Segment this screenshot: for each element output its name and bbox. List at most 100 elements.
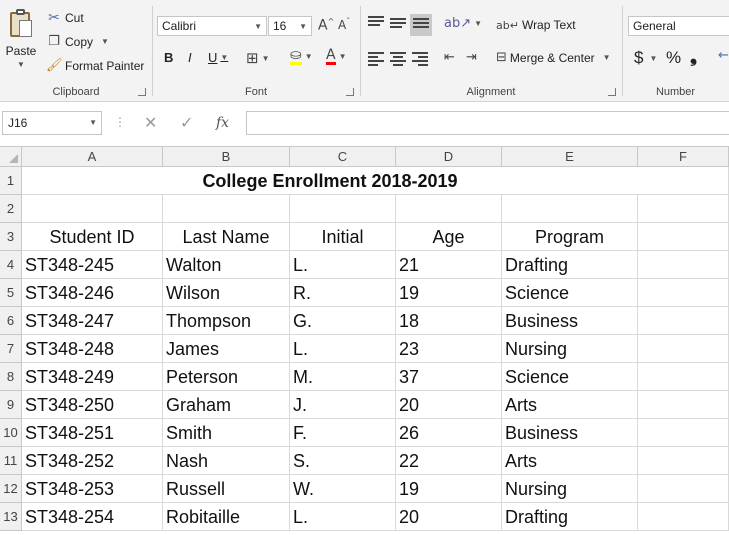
- cell-initial[interactable]: W.: [290, 475, 396, 503]
- merge-center-button[interactable]: ⊟ Merge & Center ▼: [496, 50, 611, 65]
- underline-dropdown-icon[interactable]: ▼: [220, 53, 228, 62]
- formula-bar-grip-icon[interactable]: ⋮: [114, 115, 126, 129]
- cell-program[interactable]: Business: [502, 419, 638, 447]
- underline-button[interactable]: U ▼: [208, 50, 228, 65]
- row-header-9[interactable]: 9: [0, 391, 22, 419]
- cell-e2[interactable]: [502, 195, 638, 223]
- currency-dropdown-icon[interactable]: ▼: [649, 54, 657, 63]
- font-dialog-launcher-icon[interactable]: [346, 88, 354, 96]
- formula-input[interactable]: [246, 111, 729, 135]
- row-header-7[interactable]: 7: [0, 335, 22, 363]
- wrap-text-button[interactable]: ab↵ Wrap Text: [496, 18, 576, 32]
- cell-age[interactable]: 22: [396, 447, 502, 475]
- increase-decimal-button[interactable]: ←: [718, 48, 729, 63]
- header-cell-program[interactable]: Program: [502, 223, 638, 251]
- cell-age[interactable]: 18: [396, 307, 502, 335]
- format-painter-button[interactable]: 🖌 Format Painter: [46, 58, 144, 73]
- font-color-dropdown-icon[interactable]: ▼: [339, 52, 347, 61]
- cell-program[interactable]: Business: [502, 307, 638, 335]
- number-format-dropdown[interactable]: General: [628, 16, 729, 36]
- cell-age[interactable]: 20: [396, 391, 502, 419]
- cell-f1[interactable]: [638, 167, 729, 195]
- cell-student-id[interactable]: ST348-249: [22, 363, 163, 391]
- cell-d2[interactable]: [396, 195, 502, 223]
- cell-last-name[interactable]: James: [163, 335, 290, 363]
- cell-f[interactable]: [638, 251, 729, 279]
- cell-age[interactable]: 37: [396, 363, 502, 391]
- fill-color-button[interactable]: ⛀ ▼: [290, 48, 313, 65]
- comma-style-button[interactable]: ❟: [690, 46, 697, 67]
- cell-last-name[interactable]: Graham: [163, 391, 290, 419]
- cell-a2[interactable]: [22, 195, 163, 223]
- cell-program[interactable]: Drafting: [502, 251, 638, 279]
- italic-button[interactable]: I: [188, 50, 192, 65]
- row-header-8[interactable]: 8: [0, 363, 22, 391]
- cell-initial[interactable]: L.: [290, 251, 396, 279]
- cell-f[interactable]: [638, 503, 729, 531]
- top-align-button[interactable]: [368, 16, 386, 32]
- clipboard-dialog-launcher-icon[interactable]: [138, 88, 146, 96]
- column-header-d[interactable]: D: [396, 147, 502, 167]
- copy-dropdown-icon[interactable]: ▼: [101, 37, 109, 46]
- cell-program[interactable]: Arts: [502, 447, 638, 475]
- cell-last-name[interactable]: Wilson: [163, 279, 290, 307]
- cell-f2[interactable]: [638, 195, 729, 223]
- fill-color-dropdown-icon[interactable]: ▼: [305, 52, 313, 61]
- cell-program[interactable]: Nursing: [502, 335, 638, 363]
- cell-student-id[interactable]: ST348-246: [22, 279, 163, 307]
- cell-student-id[interactable]: ST348-250: [22, 391, 163, 419]
- cell-student-id[interactable]: ST348-248: [22, 335, 163, 363]
- cell-initial[interactable]: J.: [290, 391, 396, 419]
- font-size-dropdown[interactable]: 16 ▼: [268, 16, 312, 36]
- orientation-dropdown-icon[interactable]: ▼: [474, 19, 482, 28]
- cell-initial[interactable]: M.: [290, 363, 396, 391]
- cell-age[interactable]: 26: [396, 419, 502, 447]
- cancel-icon[interactable]: ✕: [144, 113, 157, 132]
- cell-student-id[interactable]: ST348-252: [22, 447, 163, 475]
- cell-age[interactable]: 19: [396, 475, 502, 503]
- column-header-c[interactable]: C: [290, 147, 396, 167]
- row-header-3[interactable]: 3: [0, 223, 22, 251]
- cell-f[interactable]: [638, 335, 729, 363]
- cell-initial[interactable]: S.: [290, 447, 396, 475]
- cell-program[interactable]: Nursing: [502, 475, 638, 503]
- cell-c2[interactable]: [290, 195, 396, 223]
- align-right-button[interactable]: [412, 52, 430, 68]
- decrease-font-size-button[interactable]: Aˇ: [338, 17, 350, 32]
- middle-align-button[interactable]: [390, 18, 408, 34]
- cell-last-name[interactable]: Smith: [163, 419, 290, 447]
- increase-font-size-button[interactable]: A^: [318, 17, 334, 34]
- font-color-button[interactable]: A ▼: [326, 48, 347, 65]
- cell-age[interactable]: 20: [396, 503, 502, 531]
- row-header-6[interactable]: 6: [0, 307, 22, 335]
- row-header-13[interactable]: 13: [0, 503, 22, 531]
- column-header-b[interactable]: B: [163, 147, 290, 167]
- row-header-10[interactable]: 10: [0, 419, 22, 447]
- row-header-12[interactable]: 12: [0, 475, 22, 503]
- align-left-button[interactable]: [368, 52, 386, 68]
- cell-last-name[interactable]: Robitaille: [163, 503, 290, 531]
- cell-f[interactable]: [638, 307, 729, 335]
- paste-dropdown-icon[interactable]: ▼: [17, 60, 25, 69]
- header-cell-age[interactable]: Age: [396, 223, 502, 251]
- cell-f[interactable]: [638, 419, 729, 447]
- orientation-button[interactable]: ab↗ ▼: [444, 16, 482, 31]
- cell-f[interactable]: [638, 391, 729, 419]
- insert-function-icon[interactable]: fx: [216, 115, 229, 131]
- header-cell-last-name[interactable]: Last Name: [163, 223, 290, 251]
- title-cell-a1[interactable]: College Enrollment 2018-2019: [22, 167, 638, 195]
- bold-button[interactable]: B: [164, 50, 173, 65]
- cell-f[interactable]: [638, 363, 729, 391]
- column-header-e[interactable]: E: [502, 147, 638, 167]
- cell-program[interactable]: Science: [502, 363, 638, 391]
- cell-program[interactable]: Drafting: [502, 503, 638, 531]
- cell-initial[interactable]: G.: [290, 307, 396, 335]
- cell-student-id[interactable]: ST348-245: [22, 251, 163, 279]
- cell-last-name[interactable]: Russell: [163, 475, 290, 503]
- cell-f3[interactable]: [638, 223, 729, 251]
- cell-student-id[interactable]: ST348-254: [22, 503, 163, 531]
- merge-center-dropdown-icon[interactable]: ▼: [603, 53, 611, 62]
- cell-age[interactable]: 23: [396, 335, 502, 363]
- font-name-dropdown[interactable]: Calibri ▼: [157, 16, 267, 36]
- currency-button[interactable]: $ ▼: [634, 48, 657, 68]
